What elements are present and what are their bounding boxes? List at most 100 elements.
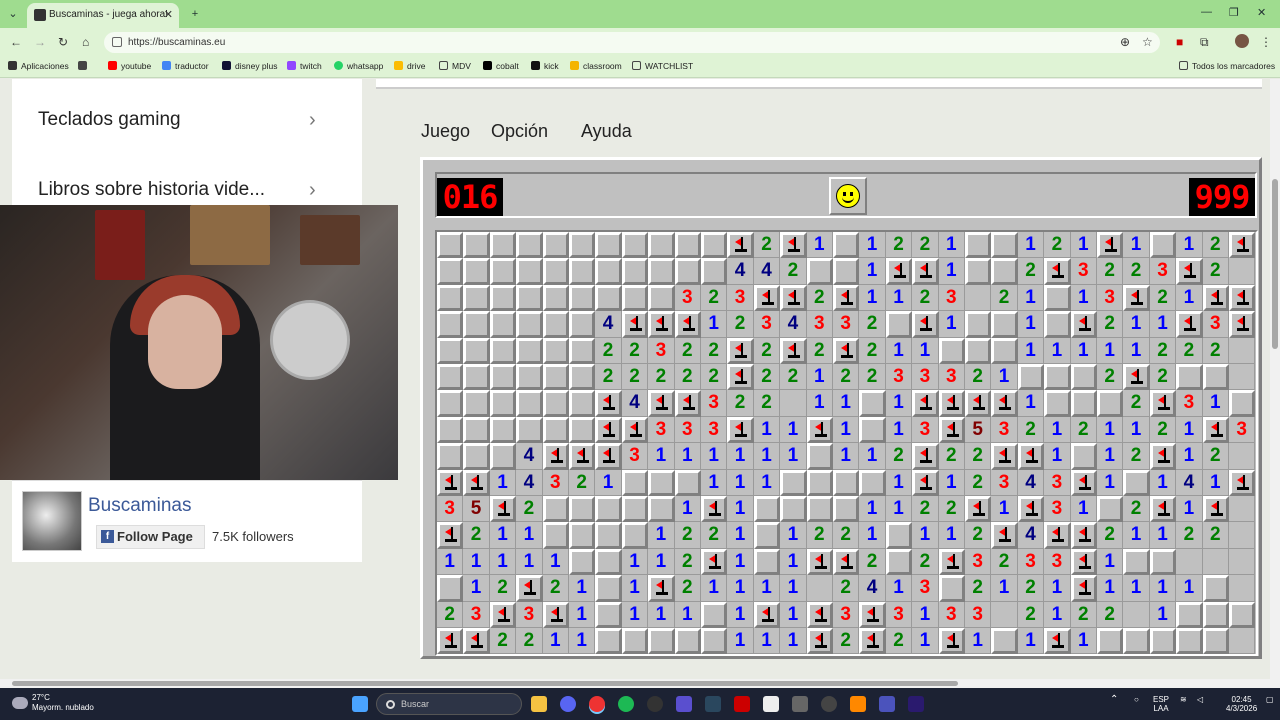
empty-cell[interactable]: [1229, 364, 1256, 391]
number-cell[interactable]: 1: [569, 628, 596, 655]
close-window-icon[interactable]: ✕: [1257, 6, 1266, 19]
number-cell[interactable]: 1: [806, 232, 833, 259]
number-cell[interactable]: 3: [648, 416, 675, 444]
hidden-cell[interactable]: [489, 364, 517, 391]
number-cell[interactable]: 4: [595, 311, 622, 338]
flag-icon[interactable]: [1044, 628, 1071, 655]
hidden-cell[interactable]: [674, 628, 701, 655]
flag-icon[interactable]: [648, 575, 675, 602]
app-white-icon[interactable]: [763, 696, 779, 712]
number-cell[interactable]: 2: [1149, 364, 1177, 391]
hidden-cell[interactable]: [595, 628, 622, 655]
empty-cell[interactable]: [1229, 628, 1256, 655]
number-cell[interactable]: 2: [859, 364, 886, 391]
number-cell[interactable]: 1: [1202, 390, 1229, 417]
number-cell[interactable]: 2: [542, 575, 569, 602]
flag-icon[interactable]: [753, 601, 781, 628]
hidden-cell[interactable]: [885, 311, 913, 338]
number-cell[interactable]: 2: [701, 337, 728, 364]
hidden-cell[interactable]: [753, 548, 781, 576]
flag-icon[interactable]: [569, 443, 596, 470]
number-cell[interactable]: 1: [701, 469, 728, 496]
flag-icon[interactable]: [1229, 232, 1256, 259]
hidden-cell[interactable]: [621, 469, 649, 496]
hidden-cell[interactable]: [489, 311, 517, 338]
hidden-cell[interactable]: [1176, 601, 1203, 628]
hidden-cell[interactable]: [516, 232, 543, 259]
number-cell[interactable]: 3: [674, 416, 701, 444]
back-icon[interactable]: ←: [10, 35, 22, 49]
hidden-cell[interactable]: [437, 575, 464, 602]
chevron-right-icon[interactable]: ›: [309, 109, 316, 132]
hidden-cell[interactable]: [569, 258, 596, 285]
flag-icon[interactable]: [674, 311, 701, 338]
number-cell[interactable]: 1: [542, 628, 569, 655]
number-cell[interactable]: 1: [1176, 416, 1203, 444]
flag-icon[interactable]: [1123, 364, 1150, 391]
number-cell[interactable]: 2: [833, 575, 860, 602]
number-cell[interactable]: 1: [489, 548, 517, 576]
number-cell[interactable]: 2: [1176, 337, 1203, 364]
flag-icon[interactable]: [674, 390, 701, 417]
flag-icon[interactable]: [1070, 522, 1097, 549]
hidden-cell[interactable]: [1070, 390, 1097, 417]
number-cell[interactable]: 2: [701, 522, 728, 549]
number-cell[interactable]: 4: [780, 311, 807, 338]
number-cell[interactable]: 4: [859, 575, 886, 602]
flag-icon[interactable]: [437, 628, 464, 655]
number-cell[interactable]: 1: [885, 337, 913, 364]
number-cell[interactable]: 1: [885, 496, 913, 523]
hidden-cell[interactable]: [648, 232, 675, 259]
hidden-cell[interactable]: [437, 311, 464, 338]
flag-icon[interactable]: [727, 232, 754, 259]
number-cell[interactable]: 1: [1149, 469, 1177, 496]
clock[interactable]: 02:45 4/3/2026: [1226, 695, 1257, 713]
hidden-cell[interactable]: [1097, 628, 1124, 655]
hidden-cell[interactable]: [621, 258, 649, 285]
number-cell[interactable]: 1: [833, 416, 860, 444]
number-cell[interactable]: 1: [780, 628, 807, 655]
hidden-cell[interactable]: [780, 496, 807, 523]
number-cell[interactable]: 1: [1176, 496, 1203, 523]
hidden-cell[interactable]: [542, 258, 569, 285]
hidden-cell[interactable]: [1044, 311, 1071, 338]
hidden-cell[interactable]: [463, 311, 490, 338]
number-cell[interactable]: 2: [489, 575, 517, 602]
home-icon[interactable]: ⌂: [82, 35, 89, 49]
number-cell[interactable]: 3: [833, 601, 860, 628]
number-cell[interactable]: 4: [1017, 469, 1045, 496]
hidden-cell[interactable]: [859, 469, 886, 496]
flag-icon[interactable]: [912, 469, 939, 496]
flag-icon[interactable]: [912, 443, 939, 470]
number-cell[interactable]: 1: [753, 469, 781, 496]
flag-icon[interactable]: [621, 311, 649, 338]
hidden-cell[interactable]: [542, 416, 569, 444]
minimize-icon[interactable]: —: [1201, 6, 1212, 18]
number-cell[interactable]: 1: [701, 575, 728, 602]
menu-opcion[interactable]: Opción: [491, 121, 548, 142]
number-cell[interactable]: 1: [437, 548, 464, 576]
number-cell[interactable]: 4: [1017, 522, 1045, 549]
hidden-cell[interactable]: [1176, 364, 1203, 391]
hidden-cell[interactable]: [489, 443, 517, 470]
number-cell[interactable]: 1: [859, 522, 886, 549]
number-cell[interactable]: 2: [806, 522, 833, 549]
flag-icon[interactable]: [1229, 284, 1256, 312]
number-cell[interactable]: 1: [621, 548, 649, 576]
page-name[interactable]: Buscaminas: [88, 495, 192, 517]
bookmark-star-icon[interactable]: ☆: [1142, 35, 1153, 49]
flag-icon[interactable]: [1097, 232, 1124, 259]
weather-widget[interactable]: 27°C Mayorm. nublado: [32, 693, 94, 713]
number-cell[interactable]: 1: [621, 575, 649, 602]
number-cell[interactable]: 2: [648, 364, 675, 391]
empty-cell[interactable]: [1229, 575, 1256, 602]
hidden-cell[interactable]: [569, 416, 596, 444]
language-indicator[interactable]: ESP LAA: [1153, 695, 1169, 713]
flag-icon[interactable]: [542, 601, 569, 628]
number-cell[interactable]: 1: [780, 416, 807, 444]
hidden-cell[interactable]: [569, 522, 596, 549]
hidden-cell[interactable]: [542, 496, 569, 523]
number-cell[interactable]: 2: [912, 232, 939, 259]
number-cell[interactable]: 3: [648, 337, 675, 364]
flag-icon[interactable]: [912, 311, 939, 338]
